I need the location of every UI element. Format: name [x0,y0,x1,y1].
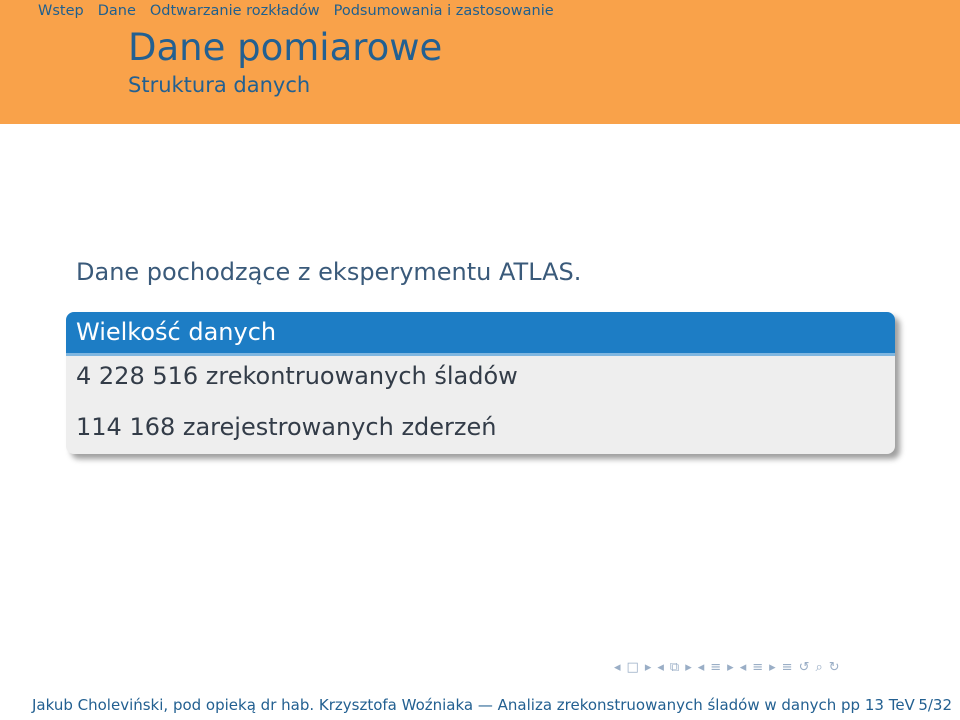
block-title: Wielkość danych [66,312,895,356]
nav-section-dane[interactable]: Dane [98,3,136,23]
frame-subtitle: Struktura danych [128,73,311,97]
toc-icon[interactable]: ≡ [782,660,793,675]
nav-section-podsumowania[interactable]: Podsumowania i zastosowanie [334,3,554,23]
section-navigation: Wstep Dane Odtwarzanie rozkładów Podsumo… [38,3,554,23]
frame-title: Dane pomiarowe [128,26,443,69]
prev-subsection-icon[interactable]: ◂ [657,660,664,675]
page-number: 5/32 [918,695,952,714]
section-icon[interactable]: ≡ [710,660,721,675]
next-section-icon[interactable]: ▸ [727,660,734,675]
part-icon[interactable]: ≡ [752,660,763,675]
nav-section-wstep[interactable]: Wstep [38,3,84,23]
search-icon[interactable]: ⌕ [815,660,822,675]
forward-icon[interactable]: ↻ [829,660,840,675]
subsection-icon[interactable]: ⧉ [670,660,679,675]
next-frame-icon[interactable]: ▸ [645,660,652,675]
block-line-collisions: 114 168 zarejestrowanych zderzeń [76,413,497,441]
nav-section-odtwarzanie[interactable]: Odtwarzanie rozkładów [150,3,320,23]
next-part-icon[interactable]: ▸ [769,660,776,675]
header-bar: Wstep Dane Odtwarzanie rozkładów Podsumo… [0,0,960,124]
back-icon[interactable]: ↺ [799,660,810,675]
beamer-navigation: ◂ □ ▸ ◂ ⧉ ▸ ◂ ≡ ▸ ◂ ≡ ▸ ≡ ↺ ⌕ ↻ [614,658,840,676]
footer: Jakub Choleviński, pod opieką dr hab. Kr… [0,689,960,720]
prev-part-icon[interactable]: ◂ [740,660,747,675]
prev-frame-icon[interactable]: ◂ [614,660,621,675]
footer-author-title: Jakub Choleviński, pod opieką dr hab. Kr… [32,695,915,714]
info-block: Wielkość danych 4 228 516 zrekontruowany… [66,312,895,454]
prev-section-icon[interactable]: ◂ [698,660,705,675]
frame-icon[interactable]: □ [627,660,639,675]
intro-text: Dane pochodzące z eksperymentu ATLAS. [76,258,582,286]
block-line-tracks: 4 228 516 zrekontruowanych śladów [76,362,518,390]
next-subsection-icon[interactable]: ▸ [685,660,692,675]
